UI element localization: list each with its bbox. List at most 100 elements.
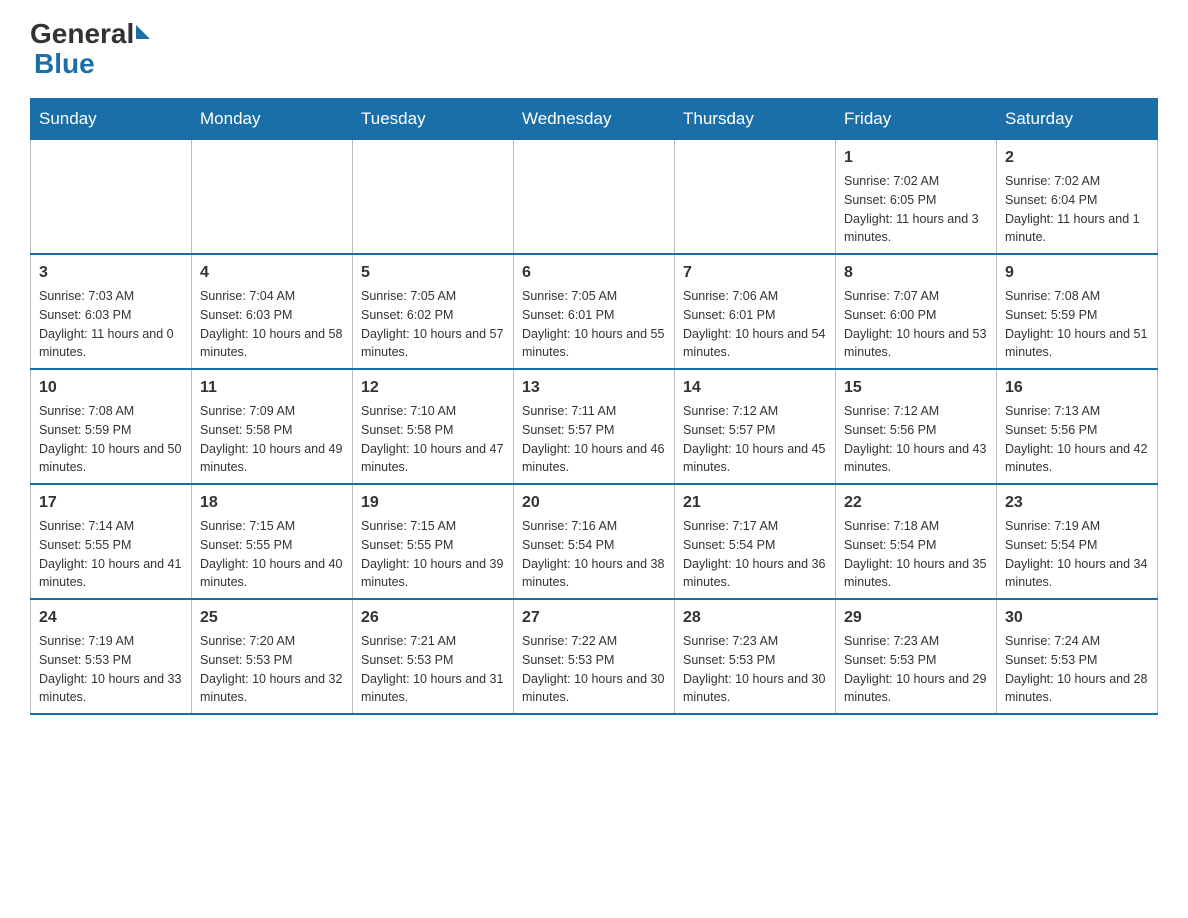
day-info: Sunset: 5:54 PM — [1005, 536, 1149, 555]
day-number: 20 — [522, 491, 666, 515]
calendar-cell: 3Sunrise: 7:03 AMSunset: 6:03 PMDaylight… — [31, 254, 192, 369]
day-info: Daylight: 10 hours and 49 minutes. — [200, 440, 344, 478]
day-info: Sunrise: 7:02 AM — [844, 172, 988, 191]
day-info: Sunset: 6:00 PM — [844, 306, 988, 325]
day-info: Sunset: 5:59 PM — [39, 421, 183, 440]
day-info: Sunrise: 7:12 AM — [683, 402, 827, 421]
day-info: Sunset: 5:56 PM — [1005, 421, 1149, 440]
day-info: Sunset: 5:53 PM — [844, 651, 988, 670]
weekday-header-friday: Friday — [836, 99, 997, 140]
day-number: 25 — [200, 606, 344, 630]
day-info: Daylight: 10 hours and 36 minutes. — [683, 555, 827, 593]
day-number: 6 — [522, 261, 666, 285]
day-info: Sunset: 5:58 PM — [361, 421, 505, 440]
day-info: Daylight: 10 hours and 42 minutes. — [1005, 440, 1149, 478]
day-info: Sunrise: 7:14 AM — [39, 517, 183, 536]
day-info: Sunrise: 7:15 AM — [200, 517, 344, 536]
day-info: Sunrise: 7:04 AM — [200, 287, 344, 306]
day-info: Sunrise: 7:13 AM — [1005, 402, 1149, 421]
week-row-1: 1Sunrise: 7:02 AMSunset: 6:05 PMDaylight… — [31, 140, 1158, 255]
calendar-cell: 21Sunrise: 7:17 AMSunset: 5:54 PMDayligh… — [675, 484, 836, 599]
day-number: 28 — [683, 606, 827, 630]
day-info: Sunset: 5:53 PM — [1005, 651, 1149, 670]
day-number: 17 — [39, 491, 183, 515]
day-number: 27 — [522, 606, 666, 630]
day-number: 12 — [361, 376, 505, 400]
day-info: Daylight: 10 hours and 34 minutes. — [1005, 555, 1149, 593]
day-info: Daylight: 10 hours and 53 minutes. — [844, 325, 988, 363]
day-number: 30 — [1005, 606, 1149, 630]
day-info: Daylight: 11 hours and 1 minute. — [1005, 210, 1149, 248]
day-info: Daylight: 10 hours and 29 minutes. — [844, 670, 988, 708]
day-info: Sunset: 5:53 PM — [683, 651, 827, 670]
day-info: Sunrise: 7:19 AM — [39, 632, 183, 651]
calendar-cell: 26Sunrise: 7:21 AMSunset: 5:53 PMDayligh… — [353, 599, 514, 714]
day-info: Daylight: 10 hours and 38 minutes. — [522, 555, 666, 593]
day-info: Sunrise: 7:23 AM — [683, 632, 827, 651]
day-number: 23 — [1005, 491, 1149, 515]
day-info: Daylight: 10 hours and 50 minutes. — [39, 440, 183, 478]
day-info: Sunrise: 7:22 AM — [522, 632, 666, 651]
day-number: 15 — [844, 376, 988, 400]
calendar-cell: 28 Sunrise: 7:23 AMSunset: 5:53 PMDayligh… — [675, 599, 836, 714]
day-number: 1 — [844, 146, 988, 170]
day-info: Sunset: 5:55 PM — [39, 536, 183, 555]
calendar-cell: 22Sunrise: 7:18 AMSunset: 5:54 PMDayligh… — [836, 484, 997, 599]
day-info: Sunrise: 7:16 AM — [522, 517, 666, 536]
day-number: 5 — [361, 261, 505, 285]
day-info: Sunrise: 7:02 AM — [1005, 172, 1149, 191]
calendar-cell: 1Sunrise: 7:02 AMSunset: 6:05 PMDaylight… — [836, 140, 997, 255]
day-info: Daylight: 10 hours and 28 minutes. — [1005, 670, 1149, 708]
day-number: 24 — [39, 606, 183, 630]
day-number: 3 — [39, 261, 183, 285]
day-info: Daylight: 10 hours and 32 minutes. — [200, 670, 344, 708]
day-info: Sunrise: 7:20 AM — [200, 632, 344, 651]
day-info: Sunset: 5:54 PM — [844, 536, 988, 555]
day-info: Sunset: 6:01 PM — [683, 306, 827, 325]
day-number: 9 — [1005, 261, 1149, 285]
day-info: Daylight: 10 hours and 33 minutes. — [39, 670, 183, 708]
week-row-5: 24Sunrise: 7:19 AMSunset: 5:53 PMDayligh… — [31, 599, 1158, 714]
day-info: Sunrise: 7:06 AM — [683, 287, 827, 306]
day-info: Sunset: 5:55 PM — [200, 536, 344, 555]
day-info: Daylight: 10 hours and 30 minutes. — [683, 670, 827, 708]
day-info: Sunrise: 7:05 AM — [361, 287, 505, 306]
day-info: Sunset: 6:01 PM — [522, 306, 666, 325]
day-info: Sunrise: 7:24 AM — [1005, 632, 1149, 651]
day-info: Daylight: 10 hours and 51 minutes. — [1005, 325, 1149, 363]
day-info: Sunset: 5:54 PM — [683, 536, 827, 555]
week-row-4: 17Sunrise: 7:14 AMSunset: 5:55 PMDayligh… — [31, 484, 1158, 599]
day-info: Daylight: 10 hours and 43 minutes. — [844, 440, 988, 478]
calendar-cell: 20Sunrise: 7:16 AMSunset: 5:54 PMDayligh… — [514, 484, 675, 599]
week-row-3: 10Sunrise: 7:08 AMSunset: 5:59 PMDayligh… — [31, 369, 1158, 484]
day-info: Daylight: 10 hours and 54 minutes. — [683, 325, 827, 363]
calendar-cell: 5Sunrise: 7:05 AMSunset: 6:02 PMDaylight… — [353, 254, 514, 369]
day-info: Daylight: 10 hours and 39 minutes. — [361, 555, 505, 593]
day-number: 19 — [361, 491, 505, 515]
day-number: 22 — [844, 491, 988, 515]
weekday-header-saturday: Saturday — [997, 99, 1158, 140]
calendar-cell: 15Sunrise: 7:12 AMSunset: 5:56 PMDayligh… — [836, 369, 997, 484]
day-number: 13 — [522, 376, 666, 400]
calendar-cell — [31, 140, 192, 255]
day-info: Sunset: 5:53 PM — [39, 651, 183, 670]
day-info: Daylight: 10 hours and 31 minutes. — [361, 670, 505, 708]
calendar-cell: 7 Sunrise: 7:06 AMSunset: 6:01 PMDaylight… — [675, 254, 836, 369]
day-info: Sunrise: 7:10 AM — [361, 402, 505, 421]
calendar-cell — [353, 140, 514, 255]
day-number: 7 — [683, 261, 827, 285]
logo-arrow-icon — [136, 25, 150, 39]
day-info: Daylight: 10 hours and 46 minutes. — [522, 440, 666, 478]
calendar-cell: 30 Sunrise: 7:24 AMSunset: 5:53 PMDayligh… — [997, 599, 1158, 714]
day-number: 14 — [683, 376, 827, 400]
week-row-2: 3Sunrise: 7:03 AMSunset: 6:03 PMDaylight… — [31, 254, 1158, 369]
calendar-cell: 11Sunrise: 7:09 AMSunset: 5:58 PMDayligh… — [192, 369, 353, 484]
day-number: 2 — [1005, 146, 1149, 170]
calendar-cell: 24 Sunrise: 7:19 AMSunset: 5:53 PMDayligh… — [31, 599, 192, 714]
calendar-cell: 19Sunrise: 7:15 AMSunset: 5:55 PMDayligh… — [353, 484, 514, 599]
day-info: Sunset: 6:03 PM — [39, 306, 183, 325]
calendar-cell: 2Sunrise: 7:02 AMSunset: 6:04 PMDaylight… — [997, 140, 1158, 255]
weekday-header-monday: Monday — [192, 99, 353, 140]
day-info: Daylight: 10 hours and 57 minutes. — [361, 325, 505, 363]
day-info: Daylight: 10 hours and 55 minutes. — [522, 325, 666, 363]
